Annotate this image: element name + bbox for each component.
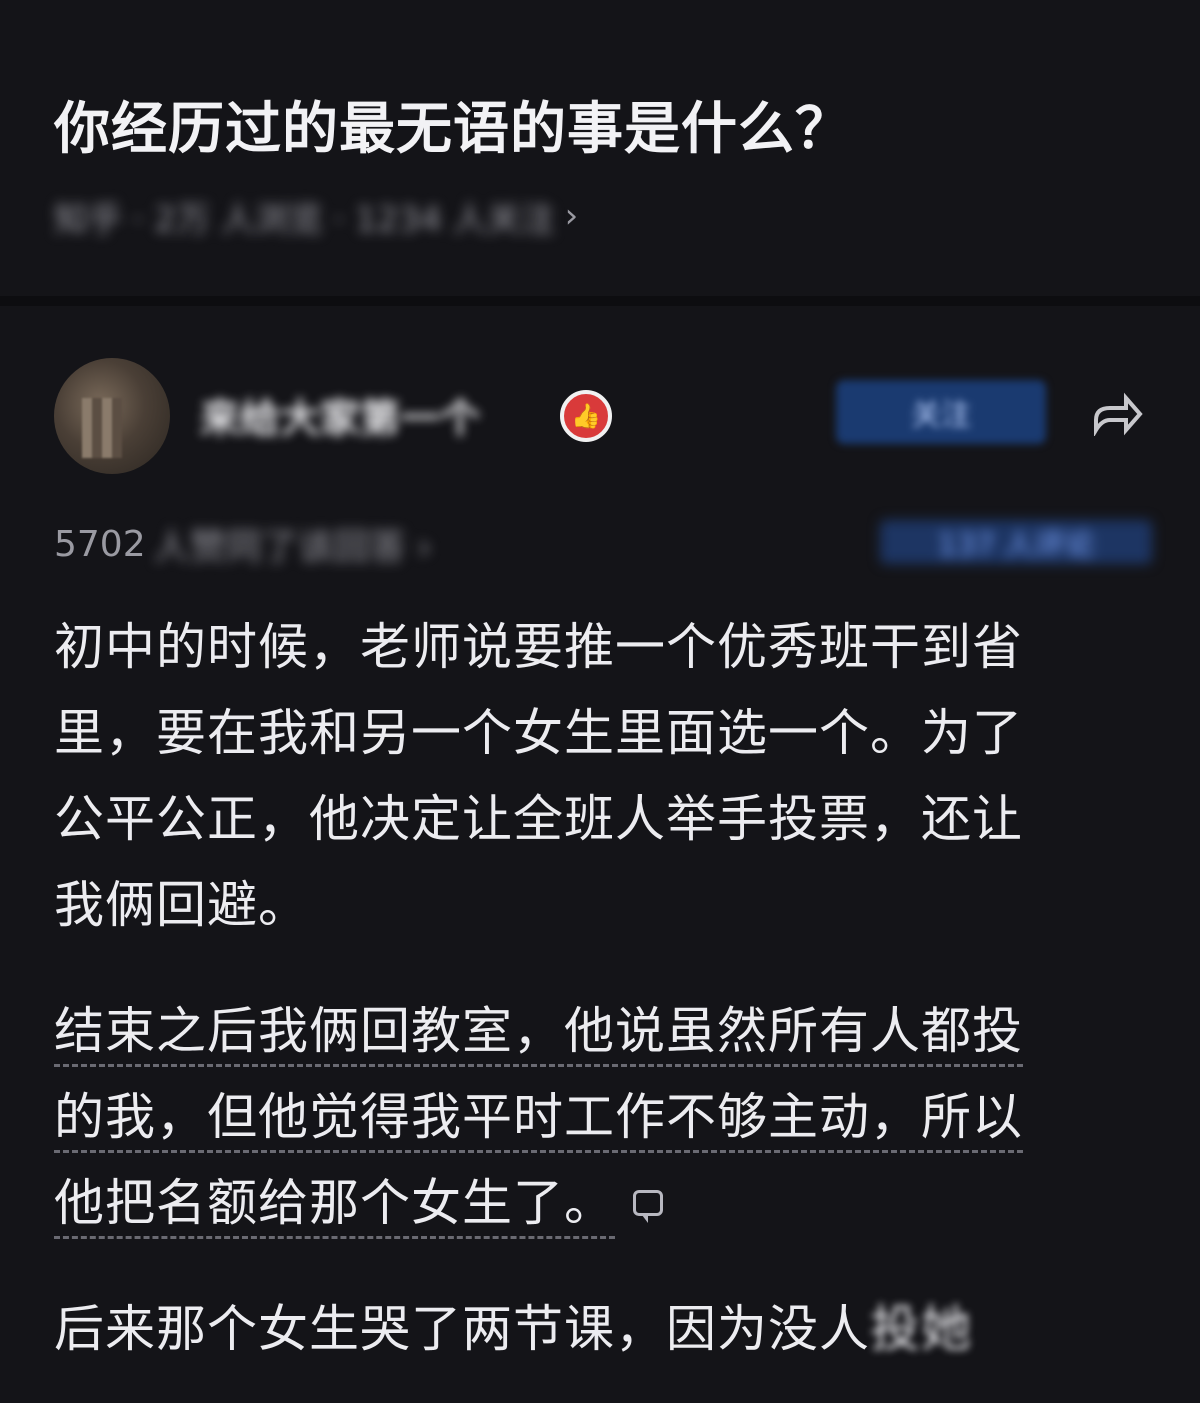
answer-line: 后来那个女生哭了两节课，因为没人 [54,1300,870,1358]
answer-line: 初中的时候，老师说要推一个优秀班干到省 [54,618,1023,676]
thumbs-up-icon: 👍 [560,390,612,442]
avatar[interactable] [54,358,170,474]
author-name[interactable]: 来给大家第一个 [200,386,480,444]
chevron-right-icon: › [564,196,579,236]
section-divider [0,296,1200,306]
answer-paragraph: 初中的时候，老师说要推一个优秀班干到省 里，要在我和另一个女生里面选一个。为了 … [54,604,1114,948]
question-title: 你经历过的最无语的事是什么？ [54,97,852,162]
answer-paragraph: 后来那个女生哭了两节课，因为没人投她 [54,1286,1114,1372]
share-icon[interactable] [1084,386,1148,442]
upvote-count: 5702 [54,523,146,565]
answer-line: 公平公正，他决定让全班人举手投票，还让 [54,790,1023,848]
upvote-suffix: 人赞同了该回答 › [153,527,432,568]
answer-paragraph-highlighted[interactable]: 结束之后我俩回教室，他说虽然所有人都投 的我，但他觉得我平时工作不够主动，所以 … [54,988,1114,1246]
follow-button[interactable]: 关注 [836,380,1046,444]
question-meta-text: 知乎 · 2万 人浏览 · 1234 人关注 [54,199,555,240]
answer-line: 结束之后我俩回教室，他说虽然所有人都投 [54,1002,1023,1067]
answer-line: 我俩回避。 [54,876,309,934]
comment-icon[interactable] [633,1189,663,1223]
comment-stats-button[interactable]: 137 人评论 [880,520,1152,564]
answer-line: 的我，但他觉得我平时工作不够主动，所以 [54,1088,1023,1153]
answer-line: 里，要在我和另一个女生里面选一个。为了 [54,704,1023,762]
question-meta[interactable]: 知乎 · 2万 人浏览 · 1234 人关注 › [54,190,578,242]
avatar-mosaic [82,398,122,458]
answer-line-blurred: 投她 [870,1300,972,1358]
answer-content: 初中的时候，老师说要推一个优秀班干到省 里，要在我和另一个女生里面选一个。为了 … [54,604,1114,1403]
answer-line: 他把名额给那个女生了。 [54,1174,615,1239]
answer-stats[interactable]: 5702 人赞同了该回答 › [54,518,431,570]
